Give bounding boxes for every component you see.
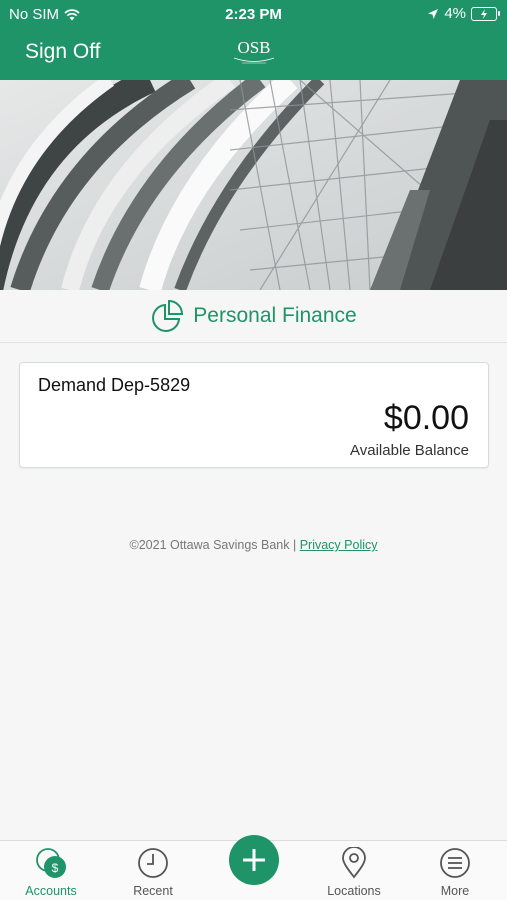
sign-off-button[interactable]: Sign Off [25,40,101,64]
tab-recent[interactable]: Recent [108,841,198,900]
account-balance: $0.00 [383,399,469,437]
tab-more-label: More [440,884,470,898]
logo-letters: OSB [237,38,270,57]
tab-accounts-label: Accounts [25,884,77,898]
plus-icon [243,849,265,871]
personal-finance-label: Personal Finance [193,304,357,327]
accounts-icon: $ [36,848,66,878]
status-right: 4% [427,5,500,22]
available-balance-label: Available Balance [350,442,469,459]
tab-recent-label: Recent [133,884,173,898]
footer: ©2021 Ottawa Savings Bank | Privacy Poli… [0,538,507,552]
tab-accounts[interactable]: $ Accounts [6,841,96,900]
app-header: No SIM 2:23 PM 4% Sign Off OSB [0,0,507,80]
copyright-text: ©2021 Ottawa Savings Bank | [129,538,297,552]
nav-bar: Sign Off OSB [0,34,507,74]
pie-chart-icon [152,299,184,332]
svg-text:$: $ [52,861,59,875]
battery-percent: 4% [444,5,466,22]
bank-logo: OSB [233,38,275,64]
tab-more[interactable]: More [410,841,500,900]
add-button[interactable] [229,835,279,885]
account-name: Demand Dep-5829 [38,375,191,395]
clock-icon [138,848,168,878]
battery-icon [471,6,500,21]
privacy-policy-link[interactable]: Privacy Policy [300,538,378,552]
location-pin-icon [342,847,366,879]
location-arrow-icon [428,8,439,19]
account-card[interactable]: Demand Dep-5829 $0.00 Available Balance [19,362,489,468]
status-bar: No SIM 2:23 PM 4% [0,0,507,28]
tab-locations-label: Locations [327,884,381,898]
menu-icon [440,848,470,878]
tab-locations[interactable]: Locations [309,841,399,900]
hero-image [0,80,507,290]
personal-finance-section[interactable]: Personal Finance [0,290,507,343]
